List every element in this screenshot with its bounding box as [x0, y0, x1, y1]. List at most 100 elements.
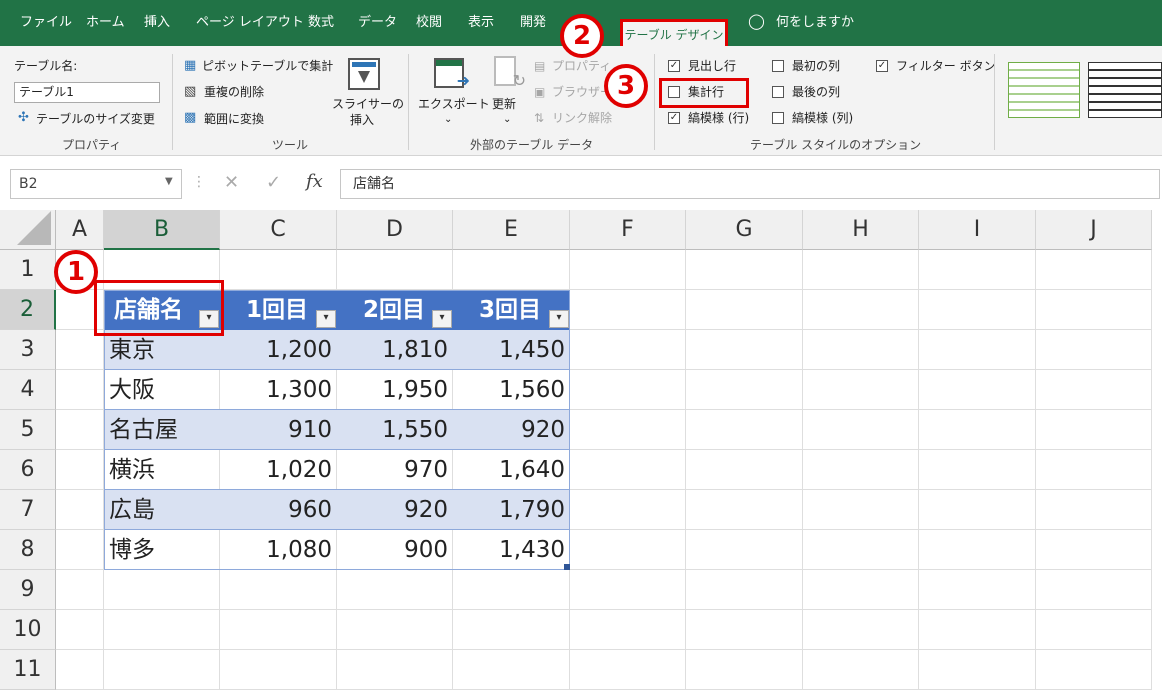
table-row-cell[interactable]: 広島 [104, 490, 220, 530]
cell[interactable] [453, 250, 570, 290]
cell[interactable] [56, 610, 104, 650]
formula-input[interactable]: 店舗名 [340, 169, 1160, 199]
table-row-cell[interactable]: 1,020 [220, 450, 337, 490]
cell[interactable] [337, 650, 453, 690]
cell[interactable] [1036, 570, 1152, 610]
table-row-cell[interactable]: 970 [337, 450, 453, 490]
cell[interactable] [56, 370, 104, 410]
banded-columns-checkbox[interactable] [772, 112, 784, 124]
cell[interactable] [686, 530, 803, 570]
cell[interactable] [453, 610, 570, 650]
cell[interactable] [919, 450, 1036, 490]
table-row-cell[interactable]: 960 [220, 490, 337, 530]
table-row-cell[interactable]: 1,430 [453, 530, 570, 570]
cell[interactable] [104, 570, 220, 610]
cell[interactable] [919, 330, 1036, 370]
row-header-10[interactable]: 10 [0, 610, 56, 650]
table-style-black-thumbnail[interactable] [1088, 62, 1162, 118]
cell[interactable] [570, 650, 686, 690]
name-box[interactable]: B2 [10, 169, 182, 199]
column-header-a[interactable]: A [56, 210, 104, 250]
cell[interactable] [919, 530, 1036, 570]
cell[interactable] [570, 490, 686, 530]
cell[interactable] [104, 650, 220, 690]
cell[interactable] [56, 570, 104, 610]
export-button[interactable]: エクスポート [418, 96, 490, 112]
table-row-cell[interactable]: 920 [337, 490, 453, 530]
tab-developer[interactable]: 開発 [520, 15, 546, 31]
cell[interactable] [1036, 370, 1152, 410]
table-style-green-thumbnail[interactable] [1008, 62, 1080, 118]
cell[interactable] [1036, 250, 1152, 290]
cell[interactable] [56, 530, 104, 570]
cell[interactable] [686, 290, 803, 330]
table-resize-handle[interactable] [564, 564, 570, 570]
resize-table-button[interactable]: テーブルのサイズ変更 [36, 111, 155, 127]
table-row-cell[interactable]: 920 [453, 410, 570, 450]
column-header-b[interactable]: B [104, 210, 220, 250]
cell[interactable] [803, 650, 919, 690]
column-header-c[interactable]: C [220, 210, 337, 250]
cell[interactable] [220, 650, 337, 690]
cell[interactable] [1036, 410, 1152, 450]
cell[interactable] [453, 650, 570, 690]
last-column-checkbox[interactable] [772, 86, 784, 98]
column-header-g[interactable]: G [686, 210, 803, 250]
cell[interactable] [570, 290, 686, 330]
cell[interactable] [686, 330, 803, 370]
tab-home[interactable]: ホーム [86, 15, 125, 31]
cell[interactable] [220, 570, 337, 610]
table-row-cell[interactable]: 名古屋 [104, 410, 220, 450]
cell[interactable] [1036, 450, 1152, 490]
table-row-cell[interactable]: 1,550 [337, 410, 453, 450]
row-header-1[interactable]: 1 [0, 250, 56, 290]
cell[interactable] [453, 570, 570, 610]
column-header-f[interactable]: F [570, 210, 686, 250]
cell[interactable] [803, 330, 919, 370]
tab-review[interactable]: 校閲 [416, 15, 442, 31]
cell[interactable] [1036, 490, 1152, 530]
column-header-d[interactable]: D [337, 210, 453, 250]
cell[interactable] [337, 610, 453, 650]
table-row-cell[interactable]: 1,640 [453, 450, 570, 490]
slicer-label-2[interactable]: 挿入 [350, 112, 374, 128]
table-row-cell[interactable]: 1,080 [220, 530, 337, 570]
table-row-cell[interactable]: 910 [220, 410, 337, 450]
cell[interactable] [686, 490, 803, 530]
table-name-input[interactable]: テーブル1 [14, 82, 160, 103]
slicer-label-1[interactable]: スライサーの [332, 96, 404, 112]
column-header-h[interactable]: H [803, 210, 919, 250]
table-row-cell[interactable]: 1,200 [220, 330, 337, 370]
cell[interactable] [686, 610, 803, 650]
row-header-4[interactable]: 4 [0, 370, 56, 410]
cell[interactable] [570, 530, 686, 570]
table-row-cell[interactable]: 1,560 [453, 370, 570, 410]
cell[interactable] [570, 250, 686, 290]
cell[interactable] [56, 650, 104, 690]
cell[interactable] [803, 410, 919, 450]
row-header-11[interactable]: 11 [0, 650, 56, 690]
row-header-6[interactable]: 6 [0, 450, 56, 490]
table-row-cell[interactable]: 1,810 [337, 330, 453, 370]
tab-table-design[interactable]: テーブル デザイン [620, 19, 728, 47]
cell[interactable] [1036, 650, 1152, 690]
tab-file[interactable]: ファイル [20, 15, 72, 31]
column-header-e[interactable]: E [453, 210, 570, 250]
cell[interactable] [337, 250, 453, 290]
cell[interactable] [919, 370, 1036, 410]
cell[interactable] [803, 370, 919, 410]
select-all-corner[interactable] [0, 210, 56, 250]
cell[interactable] [686, 250, 803, 290]
filter-dropdown-icon[interactable]: ▾ [549, 310, 569, 328]
row-header-2[interactable]: 2 [0, 290, 56, 330]
cell[interactable] [686, 450, 803, 490]
table-row-cell[interactable]: 1,300 [220, 370, 337, 410]
header-row-checkbox[interactable]: ✓ [668, 60, 680, 72]
cell[interactable] [220, 610, 337, 650]
cell[interactable] [570, 450, 686, 490]
cell[interactable] [56, 450, 104, 490]
row-header-9[interactable]: 9 [0, 570, 56, 610]
cell[interactable] [919, 570, 1036, 610]
cell[interactable] [919, 250, 1036, 290]
table-row-cell[interactable]: 1,950 [337, 370, 453, 410]
